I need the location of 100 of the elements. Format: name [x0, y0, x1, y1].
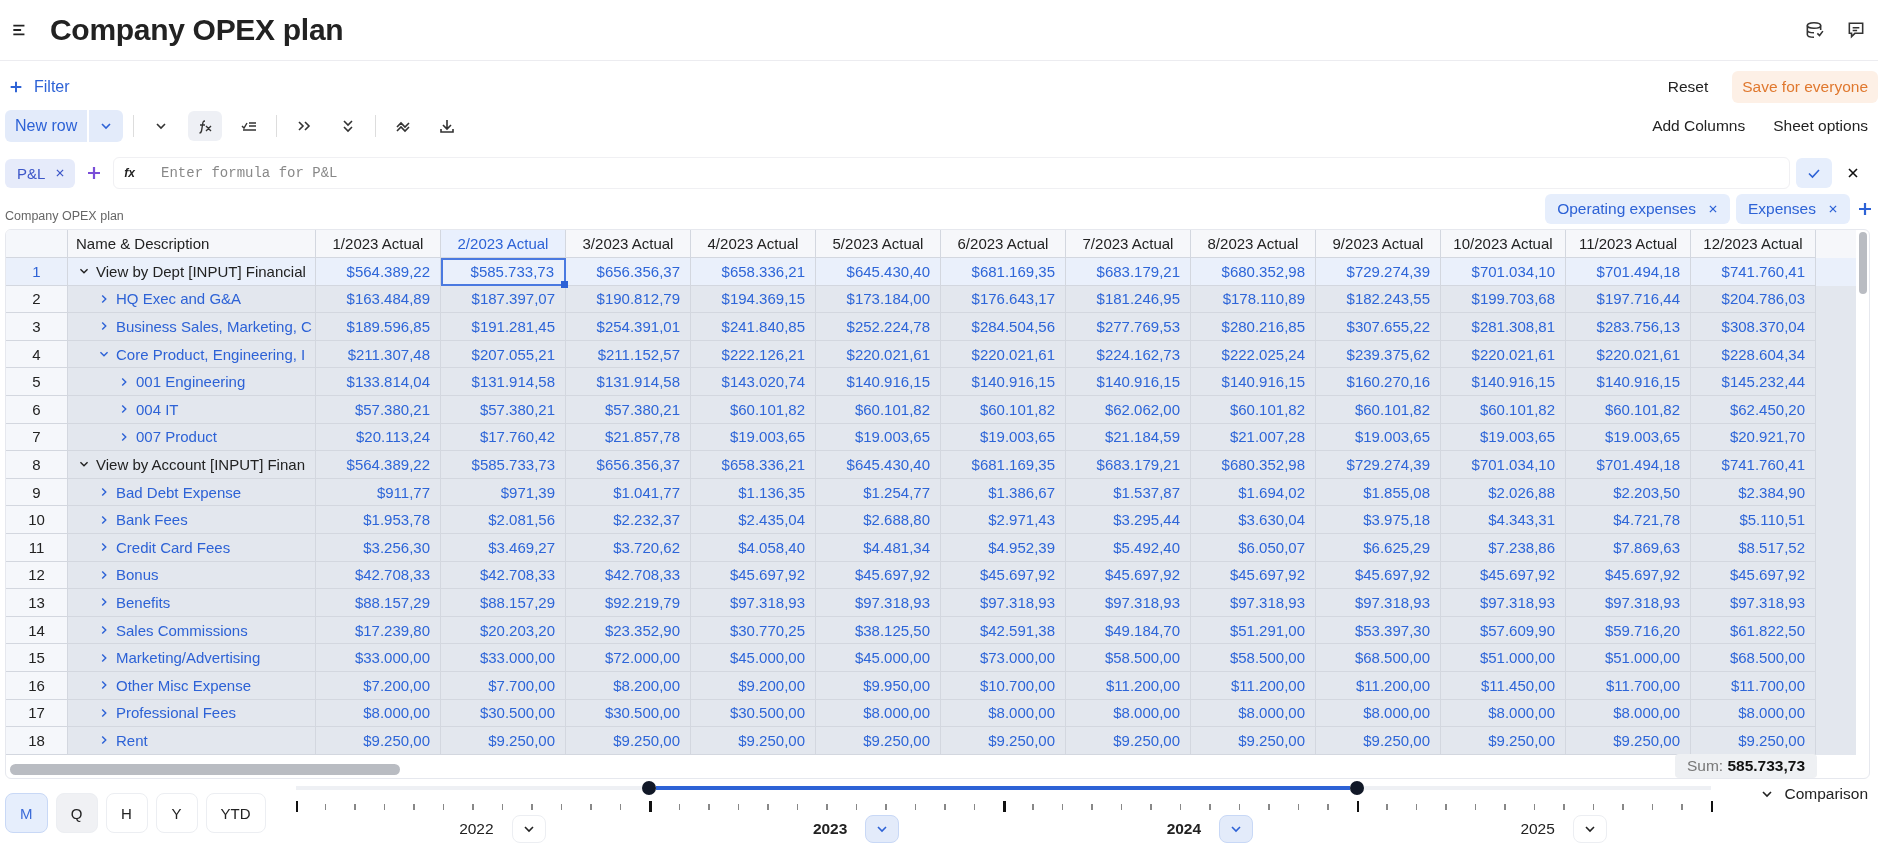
range-handle[interactable]: [1349, 781, 1364, 795]
table-cell: $140.916,15: [1566, 368, 1691, 396]
tick-mark: [324, 804, 327, 810]
row-name[interactable]: 001 Engineering: [136, 373, 246, 391]
row-name[interactable]: View by Account [INPUT] Finan: [96, 455, 305, 473]
sheet-label: Company OPEX plan: [5, 208, 124, 223]
tick-mark: [1651, 804, 1654, 810]
period-button[interactable]: M: [5, 793, 48, 833]
table-cell: $656.356,37: [566, 451, 691, 479]
reset-button[interactable]: Reset: [1657, 72, 1719, 102]
table-cell: $3.630,04: [1191, 506, 1316, 534]
row-number: 7: [6, 423, 68, 452]
new-row-button[interactable]: New row: [5, 110, 88, 142]
table-cell: $9.250,00: [1066, 727, 1191, 755]
row-name[interactable]: Marketing/Advertising: [116, 649, 261, 667]
row-name[interactable]: Core Product, Engineering, I: [116, 345, 306, 363]
row-name[interactable]: Business Sales, Marketing, C: [116, 318, 312, 335]
tick-mark: [560, 804, 563, 810]
table-cell: $51.000,00: [1441, 644, 1566, 672]
toolbar-link[interactable]: Sheet options: [1763, 111, 1878, 141]
formula-chip[interactable]: P&L: [5, 158, 76, 188]
row-name[interactable]: Credit Card Fees: [116, 538, 231, 556]
tick-mark: [1150, 804, 1152, 810]
tick-mark: [1091, 804, 1093, 810]
table-cell: $6.050,07: [1191, 533, 1316, 562]
table-cell: $9.250,00: [1191, 727, 1316, 755]
row-number: 14: [6, 616, 68, 645]
add-button[interactable]: [1856, 200, 1874, 218]
row-number: 2: [6, 285, 68, 314]
formula-input[interactable]: Enter formula for P&L: [159, 164, 1779, 182]
filter-tag[interactable]: Operating expenses: [1545, 194, 1730, 224]
database-icon[interactable]: [1804, 20, 1824, 40]
comparison-toggle[interactable]: Comparison: [1758, 785, 1868, 803]
table-cell: $9.250,00: [816, 727, 941, 755]
row-name[interactable]: Bank Fees: [116, 511, 188, 529]
table-cell: $9.250,00: [1316, 727, 1441, 755]
row-number: 4: [6, 340, 68, 369]
table-cell: $189.596,85: [316, 313, 441, 341]
table-cell: $5.492,40: [1066, 533, 1191, 562]
row-name[interactable]: Sales Commissions: [116, 621, 248, 639]
save-button[interactable]: Save for everyone: [1732, 71, 1878, 103]
table-cell: $729.274,39: [1316, 258, 1441, 286]
period-button[interactable]: Y: [155, 793, 198, 833]
table-cell: $140.916,15: [941, 368, 1066, 396]
row-name[interactable]: 007 Product: [136, 428, 217, 446]
confirm-button[interactable]: [1796, 158, 1832, 188]
table-cell: $681.169,35: [941, 258, 1066, 286]
year-dropdown[interactable]: [1219, 815, 1254, 843]
year-dropdown[interactable]: [1572, 815, 1607, 843]
tick-mark: [1592, 804, 1595, 810]
table-cell: $9.950,00: [816, 671, 941, 700]
table-cell: $9.250,00: [566, 727, 691, 755]
period-button[interactable]: Q: [55, 793, 98, 833]
tick-mark: [1474, 804, 1477, 810]
period-button[interactable]: YTD: [205, 793, 266, 833]
table-cell: $585.733,73: [441, 451, 566, 479]
table-cell: $68.500,00: [1691, 644, 1816, 672]
scrollbar-thumb[interactable]: [10, 764, 400, 775]
range-handle[interactable]: [642, 781, 657, 795]
table-cell: $97.318,93: [1441, 589, 1566, 617]
table-cell: $4.952,39: [941, 533, 1066, 562]
row-name[interactable]: View by Dept [INPUT] Financial: [96, 262, 306, 280]
row-number: 1: [6, 258, 68, 286]
tick-mark: [531, 804, 533, 810]
table-cell: $564.389,22: [316, 451, 441, 479]
formula-field[interactable]: fx Enter formula for P&L: [113, 157, 1790, 189]
column-header[interactable]: 2/2023 Actual: [441, 230, 566, 258]
row-name[interactable]: Rent: [116, 731, 148, 749]
table-cell: $656.356,37: [566, 258, 691, 286]
plus-icon: [1856, 200, 1874, 218]
filter-button[interactable]: Filter: [4, 74, 74, 100]
comment-icon[interactable]: [1846, 20, 1866, 40]
row-name[interactable]: HQ Exec and G&A: [116, 290, 242, 308]
year-dropdown[interactable]: [865, 815, 900, 843]
tick-mark: [796, 804, 799, 810]
toolbar-button[interactable]: [188, 111, 223, 141]
year-dropdown[interactable]: [511, 815, 546, 843]
row-name[interactable]: Benefits: [116, 593, 171, 611]
row-name[interactable]: Bonus: [116, 566, 159, 584]
fill-handle[interactable]: [561, 280, 568, 288]
filter-tag[interactable]: Expenses: [1735, 194, 1850, 224]
period-button[interactable]: H: [105, 793, 148, 833]
toolbar-link[interactable]: Add Columns: [1642, 111, 1756, 141]
row-name[interactable]: 004 IT: [136, 400, 179, 418]
table-cell: $2.232,37: [566, 506, 691, 534]
scrollbar-thumb[interactable]: [1859, 232, 1867, 294]
year-label: 2023: [812, 820, 848, 838]
table-cell: $140.916,15: [1191, 368, 1316, 396]
table-cell: $8.200,00: [566, 671, 691, 700]
tick-mark: [619, 804, 622, 810]
table-cell: $680.352,98: [1191, 258, 1316, 286]
table-cell: $7.700,00: [441, 671, 566, 700]
tick-mark: [1179, 804, 1182, 810]
tick-mark: [708, 804, 710, 810]
row-name[interactable]: Other Misc Expense: [116, 676, 252, 694]
table-cell: $741.760,41: [1691, 258, 1816, 286]
row-name[interactable]: Bad Debt Expense: [116, 483, 242, 501]
row-name[interactable]: Professional Fees: [116, 704, 237, 722]
table-cell: $658.336,21: [691, 451, 816, 479]
table-cell: $97.318,93: [691, 589, 816, 617]
